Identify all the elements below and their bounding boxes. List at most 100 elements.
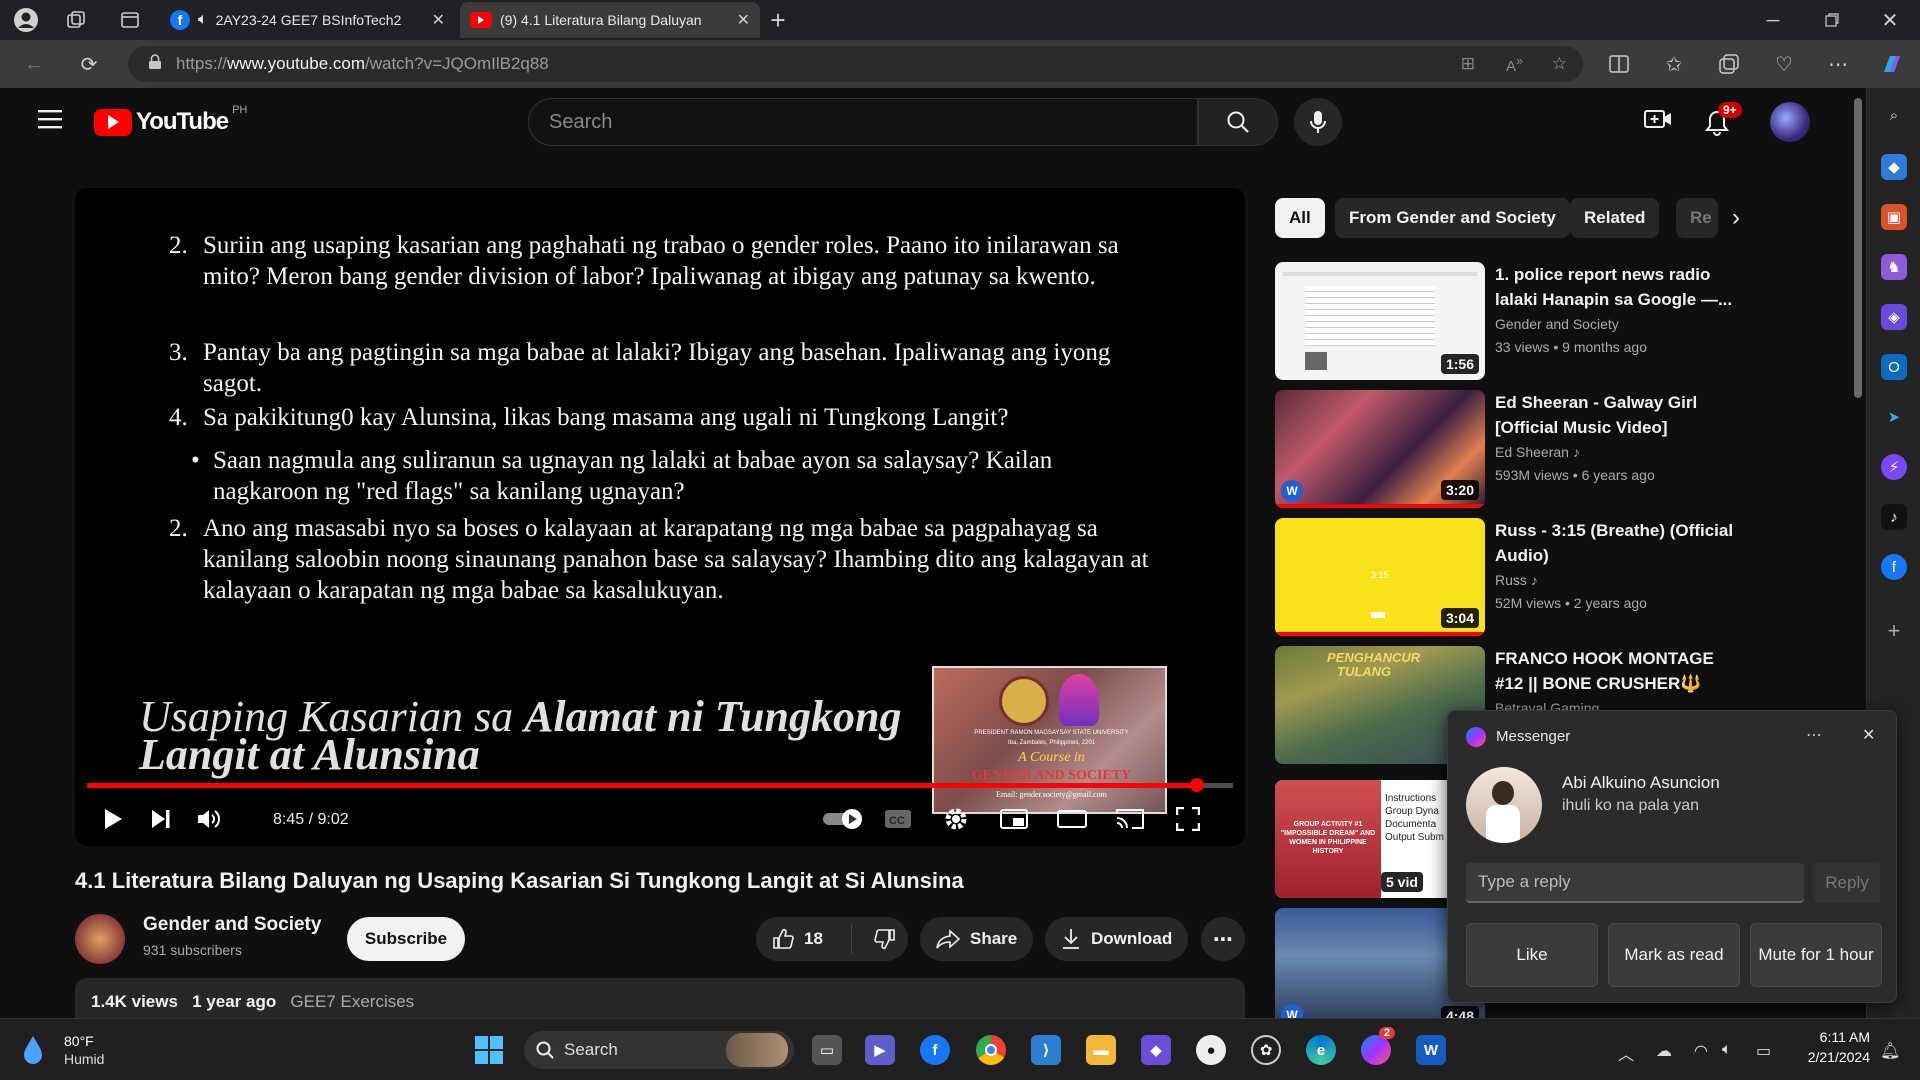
like-button[interactable]: 18 [756,924,852,954]
chip-related[interactable]: Related [1570,198,1660,238]
collections-icon[interactable] [1713,48,1745,80]
wifi-icon[interactable]: ◠ [1694,1041,1708,1061]
edge-icon[interactable]: e [1306,1035,1336,1065]
menu-icon[interactable] [38,108,64,135]
copilot-icon[interactable] [1876,48,1908,80]
reply-input[interactable]: Type a reply [1466,863,1804,903]
start-button[interactable] [474,1035,504,1065]
favorite-star-icon[interactable]: ☆ [1552,54,1567,74]
progress-bar[interactable] [87,778,1233,792]
read-aloud-icon[interactable]: A» [1506,54,1523,75]
settings-button[interactable] [938,801,974,837]
new-tab-button[interactable]: + [762,4,794,36]
tools-icon[interactable]: ▣ [1881,204,1907,230]
channel-name[interactable]: Gender and Society [143,914,321,936]
teams-icon[interactable]: ▶ [865,1035,895,1065]
notifications-button[interactable]: 9+ [1704,102,1742,136]
youtube-logo[interactable]: YouTube PH [94,104,247,136]
more-actions-icon[interactable]: ⋯ [1201,917,1245,961]
messenger-icon[interactable]: 2 [1361,1027,1396,1065]
recommendation-item[interactable]: 1:56 1. police report news radio lalaki … [1275,262,1835,382]
close-window-button[interactable]: ✕ [1874,4,1906,36]
add-sidebar-app-icon[interactable]: + [1881,618,1907,644]
chrome-icon[interactable] [976,1035,1006,1065]
facebook-icon[interactable]: f [1881,554,1907,580]
clock[interactable]: 6:11 AM 2/21/2024 [1790,1029,1870,1065]
mark-as-read-button[interactable]: Mark as read [1608,923,1740,987]
reply-button[interactable]: Reply [1814,863,1880,903]
games-icon[interactable]: ♞ [1881,254,1907,280]
vscode-icon[interactable]: ⟩ [1031,1035,1061,1065]
taskbar-search[interactable]: Search [524,1031,794,1069]
share-button[interactable]: Share [920,917,1034,961]
workspaces-icon[interactable] [60,4,92,36]
restore-button[interactable] [1816,4,1848,36]
volume-icon[interactable]: 🔈︎ [1722,1041,1732,1059]
search-input[interactable]: Search [528,98,1198,146]
recommendation-item[interactable]: 3:15 3:04 Russ - 3:15 (Breathe) (Officia… [1275,518,1835,638]
autoplay-toggle[interactable] [820,801,866,837]
volume-button[interactable] [191,801,227,837]
onedrive-icon[interactable]: ☁ [1656,1041,1672,1061]
search-button[interactable] [1198,98,1278,146]
profile-icon[interactable] [10,4,42,36]
captions-button[interactable]: CC [880,801,916,837]
app-available-icon[interactable]: ⊞ [1461,54,1475,74]
weather-widget[interactable]: 80°F Humid [22,1029,132,1073]
word-icon[interactable]: W [1416,1035,1446,1065]
speaker-icon[interactable]: 🔈︎ [198,11,208,29]
close-icon[interactable]: ✕ [1862,725,1875,745]
voice-search-button[interactable] [1294,98,1342,146]
playlist-tag[interactable]: GEE7 Exercises [290,992,414,1011]
theater-mode-button[interactable] [1054,801,1090,837]
like-button[interactable]: Like [1466,923,1598,987]
avatar[interactable] [1770,102,1810,142]
tab-youtube[interactable]: (9) 4.1 Literatura Bilang Daluyan ✕ [460,2,760,38]
recommendation-item[interactable]: W 3:20 Ed Sheeran - Galway Girl [Officia… [1275,390,1835,510]
visual-studio-icon[interactable]: ◆ [1141,1035,1171,1065]
chevron-right-icon[interactable]: › [1732,204,1740,232]
facebook-icon[interactable]: f [920,1035,950,1065]
next-button[interactable] [143,801,179,837]
play-button[interactable] [95,801,131,837]
search-icon[interactable]: ⌕ [1881,102,1907,128]
channel-avatar[interactable] [75,914,125,964]
openai-icon[interactable]: ✿ [1251,1035,1281,1065]
battery-icon[interactable]: ▭ [1756,1041,1771,1061]
more-menu-icon[interactable]: ⋯ [1822,48,1854,80]
chip-recently-uploaded[interactable]: Re [1676,198,1718,238]
refresh-icon[interactable]: ⟳ [73,48,105,80]
download-button[interactable]: Download [1045,917,1189,961]
tab-actions-icon[interactable] [114,4,146,36]
microsoft365-icon[interactable]: ◈ [1881,304,1907,330]
dislike-button[interactable] [862,928,908,950]
send-icon[interactable]: ➤ [1881,404,1907,430]
back-icon[interactable]: ← [18,48,50,80]
notification-bell-icon[interactable]: 🔔︎ [1880,1041,1900,1061]
github-icon[interactable]: ● [1196,1035,1226,1065]
fullscreen-button[interactable] [1170,801,1206,837]
page-scrollbar[interactable] [1854,98,1862,398]
chip-from-channel[interactable]: From Gender and Society [1335,198,1570,238]
minimize-button[interactable]: ─ [1757,4,1789,36]
browser-essentials-icon[interactable]: ♡ [1768,48,1800,80]
video-player[interactable]: 2. Suriin ang usaping kasarian ang paghah… [75,188,1245,846]
more-options-icon[interactable]: ⋯ [1806,725,1822,745]
split-screen-icon[interactable] [1603,48,1635,80]
tab-close-button[interactable]: ✕ [432,10,445,30]
chevron-up-icon[interactable]: ︿ [1618,1041,1634,1065]
cast-button[interactable] [1112,801,1148,837]
tab-facebook[interactable]: f 🔈︎ 2AY23-24 GEE7 BSInfoTech2 ✕ [160,2,455,38]
file-explorer-icon[interactable]: ▬ [1086,1035,1116,1065]
tiktok-icon[interactable]: ♪ [1881,504,1907,530]
mute-button[interactable]: Mute for 1 hour [1750,923,1882,987]
url-field[interactable]: https:// www.youtube.com /watch?v=JQOmIl… [128,46,1583,82]
create-video-icon[interactable] [1644,108,1672,135]
messenger-icon[interactable]: ⚡ [1881,454,1907,480]
miniplayer-button[interactable] [996,801,1032,837]
shopping-tag-icon[interactable]: ◆ [1881,154,1907,180]
subscribe-button[interactable]: Subscribe [347,917,465,961]
tab-close-button[interactable]: ✕ [737,10,750,30]
chip-all[interactable]: All [1275,198,1325,238]
outlook-icon[interactable]: O [1881,354,1907,380]
